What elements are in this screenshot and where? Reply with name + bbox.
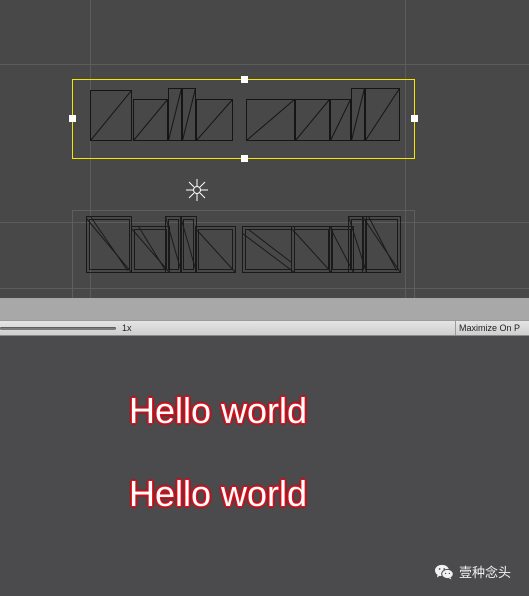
scene-grid	[0, 0, 529, 298]
pivot-icon[interactable]	[186, 179, 208, 201]
maximize-on-play-toggle[interactable]: Maximize On P	[455, 321, 529, 335]
text-mesh-wireframe-upper	[90, 88, 400, 141]
text-mesh-wireframe-lower	[72, 210, 415, 298]
handle-top[interactable]	[241, 76, 248, 83]
watermark-text: 壹种念头	[459, 565, 512, 580]
handle-right[interactable]	[411, 115, 418, 122]
watermark: 壹种念头	[434, 562, 511, 581]
hello-world-text-2: Hello world	[129, 473, 308, 514]
game-view: Hello world Hello world 壹种念头	[0, 336, 529, 596]
scene-view[interactable]	[0, 0, 529, 298]
scale-slider[interactable]	[0, 327, 116, 330]
scale-label: 1x	[122, 323, 132, 333]
wechat-icon	[435, 564, 454, 579]
panel-splitter[interactable]	[0, 298, 529, 320]
handle-bottom[interactable]	[241, 155, 248, 162]
game-view-toolbar: 1x Maximize On P	[0, 320, 529, 336]
handle-left[interactable]	[69, 115, 76, 122]
scene-canvas	[0, 0, 529, 298]
hello-world-text-1: Hello world	[129, 390, 308, 431]
